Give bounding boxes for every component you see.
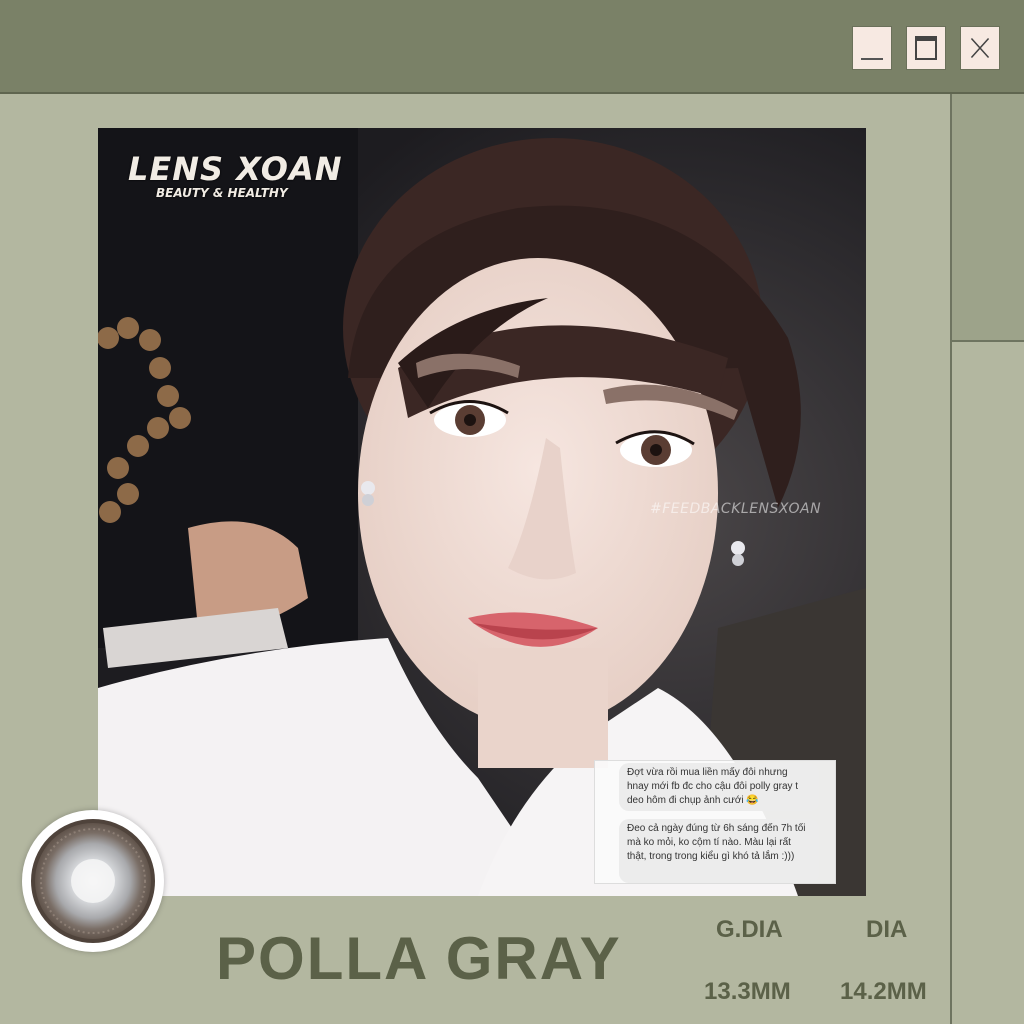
close-icon <box>970 37 990 59</box>
brand-tagline: BEAUTY & HEALTHY <box>156 186 288 200</box>
side-divider <box>950 342 952 1024</box>
gdia-value: 13.3MM <box>704 978 791 1005</box>
dia-label: DIA <box>866 916 908 943</box>
chat-bubble-1: Đợt vừa rồi mua liền mấy đôi nhưng hnay … <box>619 763 819 811</box>
maximize-icon <box>915 36 937 60</box>
hashtag-watermark: #FEEDBACKLENSXOAN <box>650 501 822 517</box>
close-button[interactable] <box>960 26 1000 70</box>
chat-bubble-2: Đeo cả ngày đúng từ 6h sáng đến 7h tối m… <box>619 819 819 883</box>
minimize-button[interactable] <box>852 26 892 70</box>
lens-preview <box>22 810 164 952</box>
gdia-label: G.DIA <box>716 916 783 943</box>
product-title: POLLA GRAY <box>216 925 622 992</box>
maximize-button[interactable] <box>906 26 946 70</box>
brand-logo: LENS XOAN BEAUTY & HEALTHY <box>128 150 343 200</box>
side-panel <box>950 94 1024 342</box>
dia-value: 14.2MM <box>840 978 927 1005</box>
customer-feedback-chat: Đợt vừa rồi mua liền mấy đôi nhưng hnay … <box>594 760 836 884</box>
brand-name: LENS XOAN <box>128 150 343 188</box>
minimize-icon <box>861 58 883 60</box>
contact-lens-icon <box>31 819 155 943</box>
